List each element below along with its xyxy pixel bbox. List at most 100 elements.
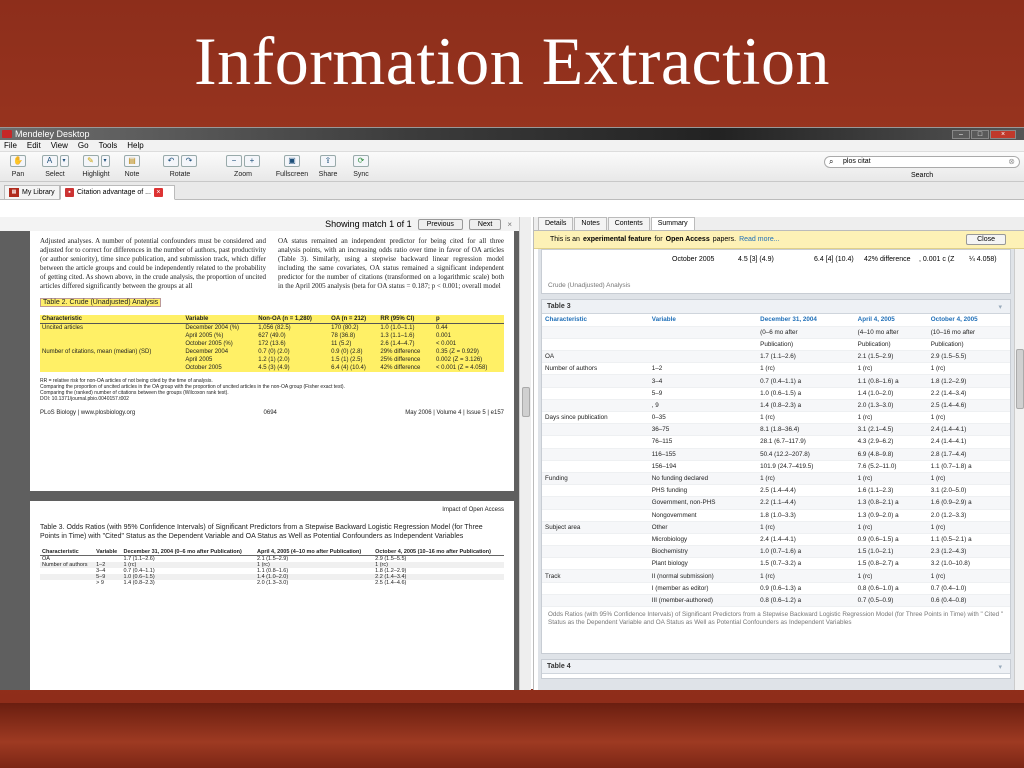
table-cell: 0.7 (0) (2.0): [258, 349, 290, 355]
tab-details[interactable]: Details: [538, 217, 574, 230]
rotate-left-icon[interactable]: ↶: [163, 155, 179, 167]
rotate-right-icon[interactable]: ↷: [181, 155, 197, 167]
close-tab-icon[interactable]: ×: [153, 188, 163, 197]
select-tool[interactable]: A ▾ Select: [40, 154, 70, 178]
running-header: Impact of Open Access: [442, 507, 504, 513]
slide-title: Information Extraction: [193, 23, 830, 99]
maximize-button[interactable]: □: [971, 129, 989, 139]
scroll-thumb[interactable]: [522, 387, 530, 417]
table-cell: [542, 338, 649, 352]
table-cell: 0.44: [435, 325, 448, 331]
table-cell: 28.1 (6.7–117.9): [757, 435, 855, 449]
zoom-out-icon[interactable]: −: [226, 155, 242, 167]
table-cell: , 9: [648, 399, 758, 413]
table3-card: Table 3 ▾ Characteristic Variable December …: [541, 299, 1011, 654]
fullscreen-tool[interactable]: ▣ Fullscreen: [275, 154, 309, 178]
chevron-down-icon[interactable]: ▾: [100, 155, 110, 167]
table-cell: 3.1 (2.1–4.5): [854, 423, 928, 437]
table-cell: October 2005 (%): [185, 341, 233, 347]
menu-help[interactable]: Help: [127, 141, 143, 150]
table-cell: [542, 387, 649, 400]
sync-tool[interactable]: ⟳ Sync: [348, 154, 374, 178]
table-cell: 116–155: [648, 448, 758, 461]
table-cell: [40, 364, 183, 372]
table-cell: [648, 326, 758, 339]
clear-search-icon[interactable]: ⊗: [1008, 157, 1015, 167]
chevron-down-icon[interactable]: ▾: [59, 155, 69, 167]
menu-go[interactable]: Go: [78, 141, 89, 150]
pdf-scrollbar[interactable]: [519, 217, 531, 690]
close-window-button[interactable]: ×: [990, 129, 1016, 139]
share-icon: ⇪: [320, 155, 336, 167]
table-cell: Microbiology: [648, 533, 758, 547]
zoom-in-icon[interactable]: +: [244, 155, 260, 167]
table-row: III (member-authored) 0.8 (0.6–1.2) a 0.7 …: [542, 594, 1010, 608]
column-header: December 31, 2004 (0–6 mo after Publicat…: [121, 549, 255, 556]
table-cell: 2.5 (1.4–4.6): [927, 399, 1010, 413]
table-row: October 2005 4.5 (3) (4.9) 6.4 (4) (10.4) 4…: [40, 364, 504, 372]
find-bar: Showing match 1 of 1 Previous Next ×: [0, 217, 520, 231]
table-cell: (10–16 mo after: [927, 326, 1010, 339]
table-cell: 1 (rc): [757, 569, 855, 583]
column-header: p: [433, 315, 504, 324]
table-cell: 627 (49.0): [258, 333, 286, 339]
table-cell: 0.7 (0.4–1.1) a: [757, 374, 855, 388]
table-cell: Biochemistry: [648, 545, 758, 559]
table-cell: Publication): [757, 338, 855, 352]
tab-my-library[interactable]: ▦ My Library: [4, 185, 60, 200]
table-cell: 0.9 (0.6–1.5) a: [854, 533, 928, 547]
scroll-thumb[interactable]: [1016, 349, 1024, 409]
table-cell: 170 (80.2): [331, 325, 359, 331]
match-status: Showing match 1 of 1: [325, 219, 412, 229]
details-scrollbar[interactable]: [1014, 249, 1024, 690]
table-row: 76–115 28.1 (6.7–117.9) 4.3 (2.9–6.2) 2.4 (…: [542, 435, 1010, 449]
toolbar: ✋ Pan A ▾ Select ✎ ▾ Highlight ▤ Note ↶ ↷ Rotate…: [0, 152, 1024, 182]
table-cell: [542, 374, 649, 388]
table-cell: [40, 356, 183, 364]
expand-icon[interactable]: ▾: [998, 303, 1002, 311]
table-row: October 2005 (%) 172 (13.6) 11 (5.2) 2.6 (1…: [40, 340, 504, 348]
table-cell: 1 (rc): [854, 472, 928, 486]
cell: 6.4 [4] (10.4): [814, 256, 854, 263]
table-cell: Uncited articles: [42, 325, 84, 331]
search-input[interactable]: ⌕ plos citat ⊗: [824, 156, 1020, 168]
table-row: Subject area Other 1 (rc) 1 (rc) 1 (rc): [542, 521, 1010, 534]
previous-match-button[interactable]: Previous: [417, 218, 463, 230]
close-notice-button[interactable]: Close: [966, 234, 1006, 245]
tab-notes[interactable]: Notes: [574, 217, 607, 230]
table-cell: 0.9 (0.6–1.3) a: [757, 582, 855, 595]
tab-summary[interactable]: Summary: [650, 217, 695, 230]
tab-contents[interactable]: Contents: [607, 217, 650, 230]
table-cell: Days since publication: [542, 411, 649, 425]
note-tool[interactable]: ▤ Note: [118, 154, 146, 178]
table-caption: Table 2. Crude (Unadjusted) Analysis: [40, 298, 162, 307]
tab-document[interactable]: ▪ Citation advantage of ... ×: [60, 185, 175, 200]
highlight-tool[interactable]: ✎ ▾ Highlight: [78, 154, 114, 178]
minimize-button[interactable]: –: [952, 129, 970, 139]
menu-edit[interactable]: Edit: [27, 141, 41, 150]
pan-tool[interactable]: ✋ Pan: [4, 154, 32, 178]
search-value: plos citat: [843, 158, 871, 165]
share-tool[interactable]: ⇪ Share: [315, 154, 341, 178]
table-row: Number of citations, mean (median) (SD) D…: [40, 348, 504, 356]
table-cell: 1 (rc): [757, 411, 855, 425]
table-cell: Funding: [542, 472, 649, 486]
table-row: Microbiology 2.4 (1.4–4.1) 0.9 (0.6–1.5) a…: [542, 533, 1010, 547]
menu-file[interactable]: File: [4, 141, 17, 150]
read-more-link[interactable]: Read more...: [739, 236, 779, 243]
menu-tools[interactable]: Tools: [99, 141, 118, 150]
menu-view[interactable]: View: [51, 141, 68, 150]
rotate-tool[interactable]: ↶ ↷ Rotate: [158, 154, 202, 178]
card-header[interactable]: Table 4 ▾: [542, 660, 1010, 674]
card-title: Table 3: [547, 303, 571, 310]
cell: 42% difference: [864, 256, 911, 263]
table-cell: 0.002 (Z = 3.126): [435, 357, 483, 363]
table-cell: Publication): [854, 338, 928, 352]
card-header[interactable]: Table 3 ▾: [542, 300, 1010, 314]
close-find-icon[interactable]: ×: [507, 220, 512, 229]
zoom-tool[interactable]: − + Zoom: [221, 154, 265, 178]
next-match-button[interactable]: Next: [468, 218, 502, 230]
expand-icon[interactable]: ▾: [998, 663, 1002, 671]
table-cell: Government, non-PHS: [648, 496, 758, 510]
table-cell: < 0.001: [435, 341, 457, 347]
